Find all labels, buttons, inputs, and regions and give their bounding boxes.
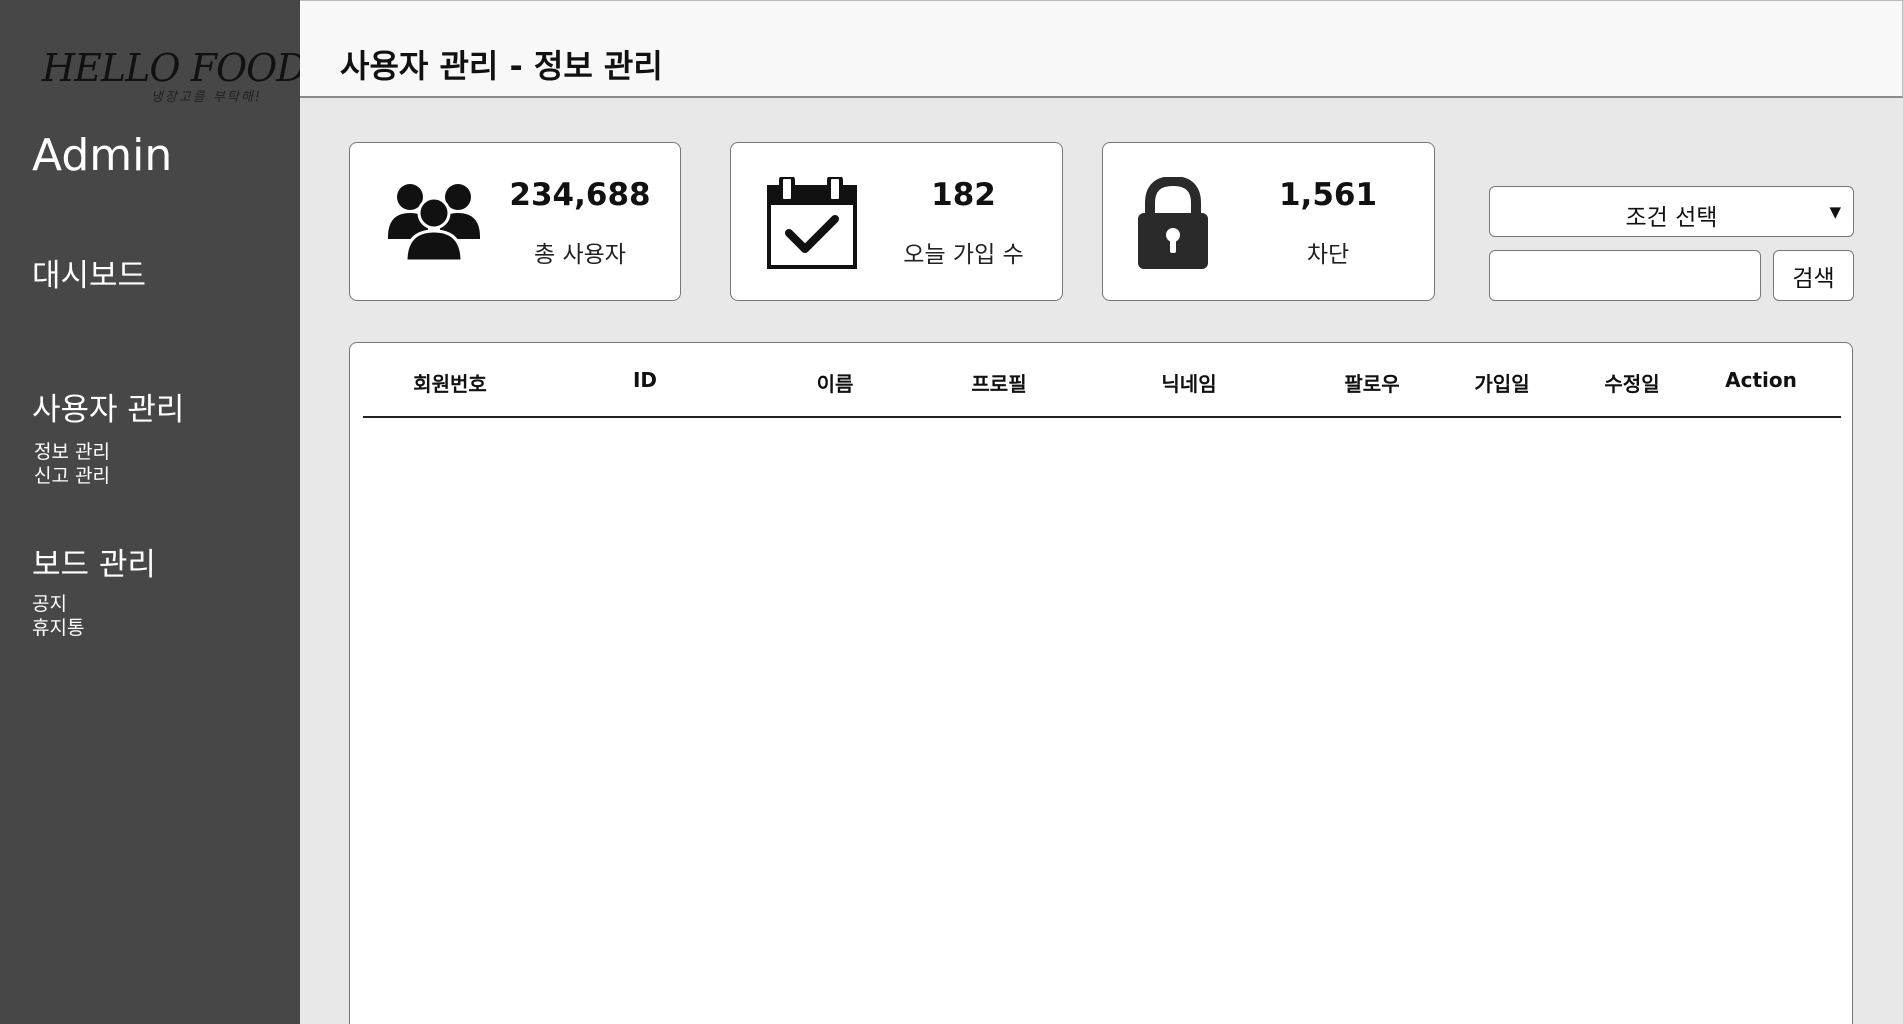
column-header-join-date[interactable]: 가입일 [1474, 368, 1529, 397]
users-icon [388, 181, 480, 265]
sidebar-subnav-users: 정보 관리 신고 관리 [34, 440, 110, 488]
column-header-follow[interactable]: 팔로우 [1344, 368, 1399, 397]
sidebar-item-trash[interactable]: 휴지통 [32, 616, 84, 640]
stat-card-total-users: 234,688 총 사용자 [349, 142, 681, 301]
page-title: 사용자 관리 - 정보 관리 [340, 47, 663, 85]
column-header-profile[interactable]: 프로필 [971, 368, 1026, 397]
sidebar-item-notice[interactable]: 공지 [32, 592, 84, 616]
column-header-member-number[interactable]: 회원번호 [413, 368, 487, 397]
stat-label-blocked: 차단 [1306, 242, 1350, 268]
logo[interactable]: HELLO FOOD 냉장고를 부탁해! [42, 46, 307, 110]
sidebar-item-report-management[interactable]: 신고 관리 [34, 464, 110, 488]
sidebar-subnav-boards: 공지 휴지통 [32, 592, 84, 640]
search-button[interactable]: 검색 [1773, 250, 1854, 301]
caret-down-icon: ▼ [1829, 203, 1841, 221]
stat-value-total-users: 234,688 [509, 177, 651, 213]
stat-value-today-signups: 182 [931, 177, 996, 213]
user-table: 회원번호 ID 이름 프로필 닉네임 팔로우 가입일 수정일 Action [349, 342, 1853, 1024]
table-header: 회원번호 ID 이름 프로필 닉네임 팔로우 가입일 수정일 Action [363, 343, 1841, 418]
logo-subtitle: 냉장고를 부탁해! [150, 90, 262, 105]
stat-label-today-signups: 오늘 가입 수 [903, 242, 1024, 268]
page-header: 사용자 관리 - 정보 관리 [300, 0, 1903, 98]
search-input[interactable] [1489, 250, 1761, 301]
stat-value-blocked: 1,561 [1278, 177, 1378, 213]
calendar-check-icon [767, 175, 857, 273]
sidebar: HELLO FOOD 냉장고를 부탁해! Admin 대시보드 사용자 관리 정… [0, 0, 307, 1024]
stat-card-blocked: 1,561 차단 [1102, 142, 1435, 301]
column-header-nickname[interactable]: 닉네임 [1161, 368, 1216, 397]
logo-title: HELLO FOOD [42, 46, 307, 90]
sidebar-item-dashboard[interactable]: 대시보드 [32, 250, 146, 295]
stat-card-today-signups: 182 오늘 가입 수 [730, 142, 1063, 301]
condition-select-label: 조건 선택 [1625, 205, 1718, 231]
column-header-id[interactable]: ID [633, 368, 657, 392]
sidebar-section-board-management[interactable]: 보드 관리 [32, 539, 156, 584]
sidebar-section-user-management[interactable]: 사용자 관리 [32, 384, 184, 429]
condition-select[interactable]: 조건 선택 ▼ [1489, 186, 1854, 237]
column-header-action[interactable]: Action [1725, 368, 1797, 392]
column-header-modified-date[interactable]: 수정일 [1604, 368, 1659, 397]
column-header-name[interactable]: 이름 [817, 368, 854, 397]
stat-label-total-users: 총 사용자 [534, 242, 626, 268]
admin-title: Admin [32, 130, 173, 181]
lock-icon [1138, 175, 1208, 273]
sidebar-item-info-management[interactable]: 정보 관리 [34, 440, 110, 464]
